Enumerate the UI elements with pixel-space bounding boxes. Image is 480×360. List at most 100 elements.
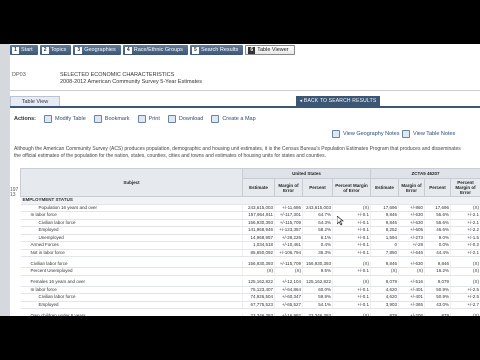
table-cell: 17,696 — [424, 204, 452, 212]
table-cell: 60.0% — [302, 286, 333, 295]
geography-notes-link[interactable]: View Geography Notes — [332, 130, 399, 138]
table-cell: +/-2.5 — [450, 286, 480, 295]
data-table: Subject United States ZCTA5 46207 Estima… — [20, 168, 480, 316]
table-cell: +/-605 — [398, 226, 426, 235]
table-cell: 50.9% — [424, 286, 452, 295]
download-icon — [167, 115, 176, 123]
table-cell: 74,926,504 — [242, 293, 275, 302]
table-cell: 9,846 — [424, 260, 452, 269]
table-cell: 125,162,822 — [242, 279, 275, 287]
row-label: In labor force — [20, 211, 243, 220]
step-label: Topics — [50, 47, 67, 53]
table-cell: 9,846 — [370, 211, 400, 220]
table-cell: (X) — [450, 312, 480, 316]
download-label: Download — [178, 116, 204, 122]
table-cell: 243,615,003 — [302, 204, 333, 212]
data-table-container[interactable]: Subject United States ZCTA5 46207 Estima… — [20, 168, 480, 316]
table-cell: +/-123,357 — [274, 226, 303, 235]
table-cell: (X) — [332, 260, 372, 269]
table-cell — [450, 196, 480, 205]
table-cell: 35.3% — [302, 249, 333, 257]
row-label: Civilian labor force — [20, 293, 243, 302]
print-button[interactable]: Print — [137, 115, 160, 123]
table-cell: +/-28 — [398, 241, 426, 250]
table-row: Civilian labor force 156,930,393 +/-115,70… — [20, 260, 480, 269]
create-map-button[interactable]: Create a Map — [211, 115, 256, 123]
table-cell: +/-0.1 — [332, 226, 372, 235]
video-frame: 1 Start 2 Topics 3 Geographies 4 Race/Ethnic Gr… — [0, 0, 480, 360]
notes-icon — [332, 130, 340, 138]
table-cell: (X) — [242, 267, 275, 276]
table-row: Employed 67,775,523 +/-65,527 54.1% +/-0.1 3,… — [20, 301, 480, 310]
table-cell: +/-16,992 — [274, 312, 303, 316]
table-cell: 156,930,393 — [302, 260, 333, 269]
step-label: Search Results — [200, 47, 239, 53]
table-cell: +/-2.1 — [450, 219, 480, 227]
table-cell: +/-630 — [398, 219, 426, 227]
row-label: Own children under 6 years — [20, 312, 243, 316]
table-cell — [242, 196, 275, 205]
table-cell: +/-11,686 — [274, 204, 303, 212]
step-topics[interactable]: 2 Topics — [39, 45, 72, 55]
table-cell: 157,964,911 — [242, 211, 275, 220]
bookmark-button[interactable]: Bookmark — [93, 115, 130, 123]
table-cell: 0.4% — [302, 241, 333, 250]
table-row: In labor force 75,123,407 +/-64,864 60.0% +/… — [20, 286, 480, 295]
table-cell — [424, 196, 452, 205]
step-navigation: 1 Start 2 Topics 3 Geographies 4 Race/Ethnic Gr… — [10, 45, 295, 56]
row-label: Armed Forces — [20, 241, 243, 250]
step-search-results[interactable]: 5 Search Results — [189, 45, 244, 55]
table-cell: +/-115,709 — [274, 260, 303, 269]
table-cell: +/-630 — [398, 211, 426, 220]
table-cell: +/-365 — [398, 301, 426, 310]
table-cell: +/-117,301 — [274, 211, 303, 220]
table-cell: 9.0% — [424, 234, 452, 242]
column-header: Estimate — [370, 178, 400, 197]
group-header-united-states: United States — [241, 168, 372, 179]
step-label: Geographies — [84, 47, 116, 53]
table-cell: 64.7% — [302, 211, 333, 220]
step-number: 2 — [41, 46, 49, 54]
table-cell: 156,930,393 — [242, 260, 275, 269]
table-cell — [370, 196, 400, 205]
step-start[interactable]: 1 Start — [10, 45, 38, 55]
table-row: Civilian labor force 156,930,393 +/-115,70… — [20, 219, 480, 227]
table-cell: 8,252 — [370, 226, 400, 235]
table-cell — [274, 196, 303, 205]
table-notes-link[interactable]: View Table Notes — [402, 130, 455, 138]
table-cell: 141,968,946 — [242, 226, 275, 235]
table-cell: 16.2% — [424, 267, 452, 276]
table-cell: 23,346,393 — [242, 312, 275, 316]
table-cell: +/-516 — [398, 279, 426, 287]
table-cell: +/-0.1 — [332, 286, 372, 295]
table-cell: 879 — [424, 312, 452, 316]
column-header: Percent — [302, 178, 333, 197]
table-cell: +/-0.1 — [332, 301, 372, 310]
table-cell: 9,846 — [370, 219, 400, 227]
back-to-search-results-button[interactable]: ◂ BACK TO SEARCH RESULTS — [296, 96, 380, 107]
table-cell: +/-65,527 — [274, 301, 303, 310]
download-button[interactable]: Download — [167, 115, 204, 123]
cursor-arrow-icon — [337, 216, 344, 226]
table-row: EMPLOYMENT STATUS — [20, 196, 480, 205]
table-row: Armed Forces 1,034,518 +/-10,461 0.4% +/-0.1… — [20, 241, 480, 250]
table-cell: 9,079 — [424, 279, 452, 287]
side-number: 13 — [10, 192, 16, 198]
table-cell: (X) — [450, 204, 480, 212]
row-label: Not in labor force — [20, 249, 243, 257]
step-number: 5 — [191, 46, 199, 54]
table-cell: 9,846 — [370, 260, 400, 269]
modify-table-button[interactable]: Modify Table — [44, 115, 86, 123]
notes-icon — [402, 130, 410, 138]
print-icon — [137, 115, 146, 123]
table-cell: +/-630 — [398, 260, 426, 269]
bookmark-icon — [93, 115, 102, 123]
table-cell: +/-1.5 — [450, 234, 480, 242]
step-geographies[interactable]: 3 Geographies — [73, 45, 121, 55]
table-cell: +/-2.2 — [450, 226, 480, 235]
step-race-ethnic-groups[interactable]: 4 Race/Ethnic Groups — [122, 45, 188, 55]
table-cell: 0.0% — [424, 241, 452, 250]
step-table-viewer[interactable]: 6 Table Viewer — [245, 45, 295, 55]
back-button-label: BACK TO SEARCH RESULTS — [303, 98, 377, 104]
row-label: Females 16 years and over — [20, 279, 243, 287]
